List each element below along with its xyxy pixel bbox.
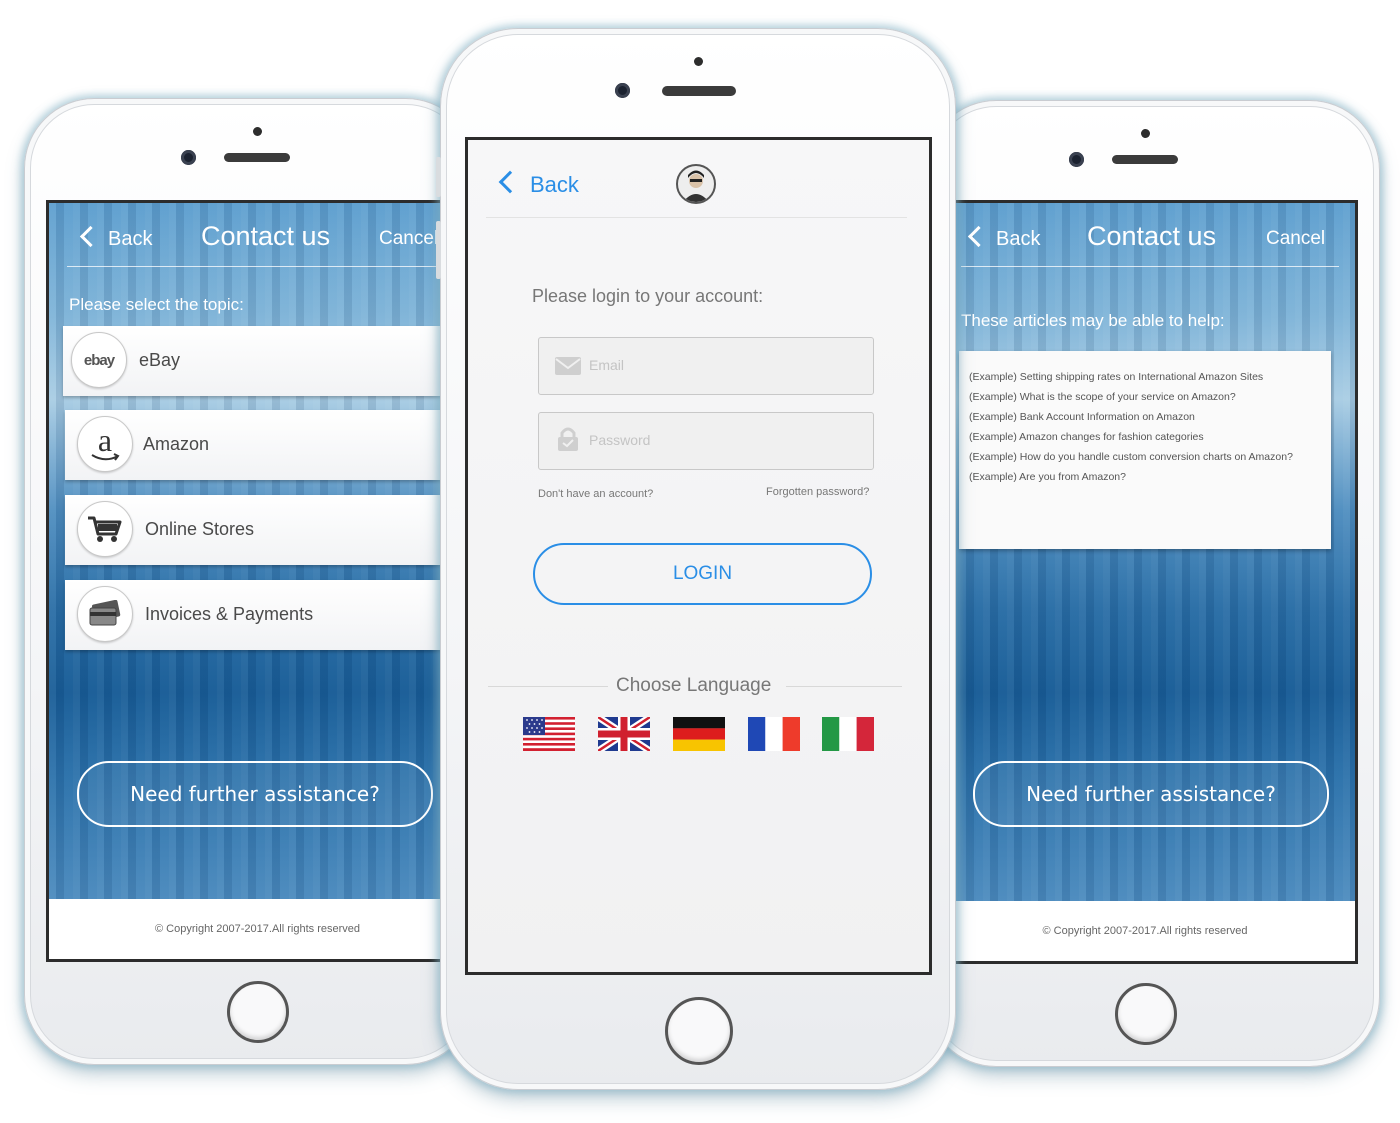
articles-label: These articles may be able to help: — [961, 311, 1225, 330]
language-label: Choose Language — [616, 675, 772, 696]
proximity-sensor — [253, 127, 262, 136]
forgot-password-link[interactable]: Forgotten password? — [766, 486, 869, 498]
earpiece-speaker — [1112, 155, 1178, 164]
side-button — [436, 221, 441, 279]
email-field[interactable]: Email — [538, 337, 874, 395]
chevron-left-icon — [79, 225, 102, 248]
nav-divider — [961, 266, 1339, 267]
front-camera-icon — [615, 83, 630, 98]
right-screen: Back Contact us Cancel These articles ma… — [935, 200, 1358, 964]
earpiece-speaker — [224, 153, 290, 162]
page-title: Contact us — [201, 221, 331, 251]
italian-flag-icon[interactable] — [822, 717, 874, 751]
uk-flag-icon[interactable] — [598, 717, 650, 751]
article-link[interactable]: (Example) Setting shipping rates on Inte… — [969, 367, 1321, 387]
password-placeholder: Password — [589, 432, 651, 448]
cancel-button[interactable]: Cancel — [1266, 228, 1325, 250]
shopping-cart-icon — [77, 501, 133, 557]
back-label: Back — [996, 228, 1041, 250]
german-flag-icon[interactable] — [673, 717, 725, 751]
left-screen: Back Contact us Cancel Please select the… — [46, 200, 466, 962]
back-button[interactable]: Back — [498, 170, 579, 198]
sign-up-link[interactable]: Don't have an account? — [538, 488, 653, 500]
home-button[interactable] — [227, 981, 289, 1043]
home-button[interactable] — [665, 997, 733, 1065]
topic-label-invoices: Invoices & Payments — [145, 604, 314, 624]
login-button[interactable]: LOGIN — [533, 543, 872, 605]
back-button[interactable]: Back — [79, 225, 153, 251]
earpiece-speaker — [662, 86, 736, 96]
article-link[interactable]: (Example) Amazon changes for fashion cat… — [969, 427, 1321, 447]
topic-invoices-payments[interactable]: Invoices & Payments — [65, 580, 466, 650]
copyright-footer: © Copyright 2007-2017.All rights reserve… — [49, 899, 466, 959]
header-divider — [486, 217, 907, 218]
article-link[interactable]: (Example) What is the scope of your serv… — [969, 387, 1321, 407]
article-link[interactable]: (Example) Bank Account Information on Am… — [969, 407, 1321, 427]
topic-ebay[interactable]: ebay eBay — [63, 326, 466, 396]
need-assistance-button[interactable]: Need further assistance? — [973, 761, 1329, 827]
topic-label-online-stores: Online Stores — [145, 519, 255, 539]
copyright-footer: © Copyright 2007-2017.All rights reserve… — [935, 901, 1355, 961]
front-camera-icon — [1069, 152, 1084, 167]
back-label: Back — [530, 172, 579, 197]
ebay-logo-icon: ebay — [71, 332, 127, 388]
side-button — [436, 157, 441, 197]
password-field[interactable]: Password — [538, 412, 874, 470]
left-nav-bar: Back Contact us Cancel — [49, 221, 466, 269]
article-link[interactable]: (Example) Are you from Amazon? — [969, 467, 1321, 487]
credit-card-icon — [77, 586, 133, 642]
page-title: Contact us — [1087, 221, 1217, 251]
articles-panel: (Example) Setting shipping rates on Inte… — [959, 351, 1331, 549]
topic-amazon[interactable]: a Amazon — [65, 410, 466, 480]
front-camera-icon — [181, 150, 196, 165]
need-assistance-button[interactable]: Need further assistance? — [77, 761, 433, 827]
us-flag-icon[interactable] — [523, 717, 575, 751]
topic-online-stores[interactable]: Online Stores — [65, 495, 466, 565]
user-avatar-icon[interactable] — [676, 164, 716, 204]
article-link[interactable]: (Example) How do you handle custom conve… — [969, 447, 1321, 467]
french-flag-icon[interactable] — [748, 717, 800, 751]
cancel-button[interactable]: Cancel — [379, 228, 438, 250]
language-divider-left — [488, 686, 608, 687]
ebay-logo-text: ebay — [83, 351, 115, 369]
chevron-left-icon — [967, 225, 990, 248]
back-button[interactable]: Back — [967, 225, 1041, 251]
email-placeholder: Email — [589, 357, 625, 373]
chevron-left-icon — [498, 170, 522, 194]
amazon-logo-icon: a — [77, 416, 133, 472]
home-button[interactable] — [1115, 983, 1177, 1045]
envelope-icon — [555, 357, 581, 375]
proximity-sensor — [694, 57, 703, 66]
proximity-sensor — [1141, 129, 1150, 138]
login-screen: Back Please login to your account: Email… — [465, 137, 932, 975]
topic-label-ebay: eBay — [139, 350, 181, 370]
topic-label-amazon: Amazon — [143, 434, 210, 454]
login-prompt: Please login to your account: — [532, 286, 764, 306]
lock-icon — [558, 427, 578, 451]
nav-divider — [67, 266, 466, 267]
back-label: Back — [108, 228, 153, 250]
topic-label: Please select the topic: — [69, 295, 244, 314]
language-divider-right — [786, 686, 902, 687]
right-nav-bar: Back Contact us Cancel — [935, 221, 1355, 269]
